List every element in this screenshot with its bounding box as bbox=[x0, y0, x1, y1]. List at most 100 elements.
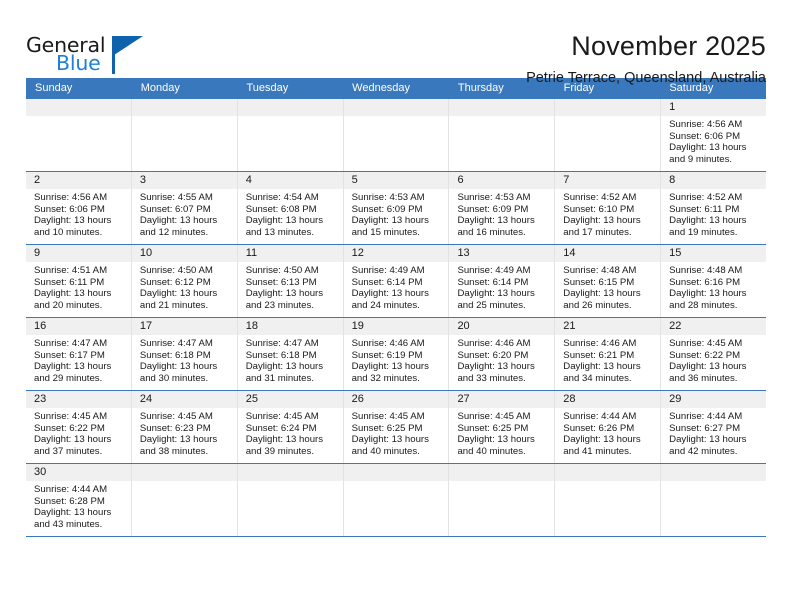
calendar-empty-cell bbox=[449, 99, 556, 171]
daylight-text-line2: and 30 minutes. bbox=[139, 372, 209, 384]
day-number: 14 bbox=[555, 245, 661, 262]
calendar-day-cell[interactable]: 10 Sunrise: 4:50 AM Sunset: 6:12 PM Dayligh… bbox=[131, 245, 238, 317]
day-number bbox=[661, 464, 767, 481]
weekday-header-monday: Monday bbox=[140, 82, 180, 94]
day-details: Sunrise: 4:52 AM Sunset: 6:10 PM Daylight:… bbox=[555, 189, 660, 242]
day-details: Sunrise: 4:45 AM Sunset: 6:24 PM Daylight:… bbox=[238, 408, 343, 461]
daylight-text-line2: and 37 minutes. bbox=[34, 445, 103, 457]
daylight-text-line1: Daylight: 13 hours bbox=[669, 142, 747, 154]
daylight-text-line1: Daylight: 13 hours bbox=[351, 215, 429, 227]
daylight-text-line1: Daylight: 13 hours bbox=[351, 361, 429, 373]
daylight-text-line2: and 36 minutes. bbox=[669, 372, 738, 384]
daylight-text-line1: Daylight: 13 hours bbox=[245, 434, 324, 446]
calendar-day-cell[interactable]: 27 Sunrise: 4:45 AM Sunset: 6:25 PM Dayligh… bbox=[449, 391, 556, 463]
sunrise-text: Sunrise: 4:51 AM bbox=[34, 265, 108, 276]
daylight-text-line1: Daylight: 13 hours bbox=[457, 288, 535, 300]
daylight-text-line2: and 23 minutes. bbox=[245, 299, 314, 311]
calendar-day-cell[interactable]: 16 Sunrise: 4:47 AM Sunset: 6:17 PM Dayligh… bbox=[26, 318, 132, 390]
daylight-text-line1: Daylight: 13 hours bbox=[563, 288, 641, 300]
day-details: Sunrise: 4:53 AM Sunset: 6:09 PM Daylight:… bbox=[449, 189, 554, 242]
calendar-day-cell[interactable]: 26 Sunrise: 4:45 AM Sunset: 6:25 PM Dayligh… bbox=[343, 391, 450, 463]
calendar-day-cell[interactable]: 17 Sunrise: 4:47 AM Sunset: 6:18 PM Dayligh… bbox=[131, 318, 238, 390]
calendar-day-cell[interactable]: 24 Sunrise: 4:45 AM Sunset: 6:23 PM Dayligh… bbox=[131, 391, 238, 463]
day-details: Sunrise: 4:47 AM Sunset: 6:17 PM Daylight:… bbox=[26, 335, 131, 388]
day-number bbox=[237, 464, 343, 481]
calendar-day-cell[interactable]: 9 Sunrise: 4:51 AM Sunset: 6:11 PM Daylight… bbox=[26, 245, 132, 317]
calendar-week-row: 9 Sunrise: 4:51 AM Sunset: 6:11 PM Daylight… bbox=[26, 245, 767, 318]
sunrise-text: Sunrise: 4:48 AM bbox=[669, 265, 743, 276]
daylight-text-line1: Daylight: 13 hours bbox=[245, 361, 324, 373]
daylight-text-line1: Daylight: 13 hours bbox=[34, 434, 112, 446]
day-details: Sunrise: 4:46 AM Sunset: 6:20 PM Daylight:… bbox=[449, 335, 554, 388]
day-number: 28 bbox=[555, 391, 661, 408]
sunrise-text: Sunrise: 4:53 AM bbox=[457, 192, 531, 203]
daylight-text-line1: Daylight: 13 hours bbox=[34, 507, 112, 519]
day-number: 13 bbox=[449, 245, 555, 262]
calendar-week-row: 2 Sunrise: 4:56 AM Sunset: 6:06 PM Daylight… bbox=[26, 172, 767, 245]
daylight-text-line2: and 10 minutes. bbox=[34, 226, 103, 238]
day-details: Sunrise: 4:45 AM Sunset: 6:22 PM Daylight:… bbox=[661, 335, 766, 388]
day-number: 2 bbox=[26, 172, 131, 189]
calendar-day-cell[interactable]: 13 Sunrise: 4:49 AM Sunset: 6:14 PM Dayligh… bbox=[449, 245, 556, 317]
calendar-day-cell[interactable]: 19 Sunrise: 4:46 AM Sunset: 6:19 PM Dayligh… bbox=[343, 318, 450, 390]
daylight-text-line2: and 41 minutes. bbox=[563, 445, 632, 457]
calendar-day-cell[interactable]: 5 Sunrise: 4:53 AM Sunset: 6:09 PM Daylight… bbox=[343, 172, 450, 244]
day-number bbox=[26, 99, 131, 116]
day-details: Sunrise: 4:56 AM Sunset: 6:06 PM Daylight:… bbox=[661, 116, 766, 169]
calendar-day-cell[interactable]: 30 Sunrise: 4:44 AM Sunset: 6:28 PM Dayligh… bbox=[26, 464, 132, 536]
day-number: 22 bbox=[661, 318, 767, 335]
calendar-day-cell[interactable]: 1 Sunrise: 4:56 AM Sunset: 6:06 PM Daylight… bbox=[661, 99, 767, 171]
calendar-day-cell[interactable]: 2 Sunrise: 4:56 AM Sunset: 6:06 PM Daylight… bbox=[26, 172, 132, 244]
calendar-day-cell[interactable]: 12 Sunrise: 4:49 AM Sunset: 6:14 PM Dayligh… bbox=[343, 245, 450, 317]
day-number bbox=[449, 464, 555, 481]
calendar-day-cell[interactable]: 21 Sunrise: 4:46 AM Sunset: 6:21 PM Dayligh… bbox=[555, 318, 662, 390]
calendar-empty-cell bbox=[449, 464, 556, 536]
daylight-text-line1: Daylight: 13 hours bbox=[139, 215, 218, 227]
calendar-day-cell[interactable]: 11 Sunrise: 4:50 AM Sunset: 6:13 PM Dayligh… bbox=[237, 245, 344, 317]
day-details: Sunrise: 4:46 AM Sunset: 6:19 PM Daylight:… bbox=[344, 335, 449, 388]
sunset-text: Sunset: 6:21 PM bbox=[563, 349, 635, 361]
daylight-text-line1: Daylight: 13 hours bbox=[34, 361, 112, 373]
daylight-text-line1: Daylight: 13 hours bbox=[457, 215, 535, 227]
sunset-text: Sunset: 6:22 PM bbox=[669, 349, 741, 361]
brand-logo[interactable]: General Blue bbox=[26, 28, 146, 78]
sunrise-text: Sunrise: 4:54 AM bbox=[245, 192, 319, 203]
page-header: General Blue November 2025 Petrie Terrac… bbox=[0, 0, 792, 86]
calendar-day-cell[interactable]: 15 Sunrise: 4:48 AM Sunset: 6:16 PM Dayligh… bbox=[661, 245, 767, 317]
calendar-day-cell[interactable]: 6 Sunrise: 4:53 AM Sunset: 6:09 PM Daylight… bbox=[449, 172, 556, 244]
daylight-text-line1: Daylight: 13 hours bbox=[245, 288, 324, 300]
sunset-text: Sunset: 6:22 PM bbox=[34, 422, 105, 434]
daylight-text-line2: and 21 minutes. bbox=[139, 299, 209, 311]
sunset-text: Sunset: 6:11 PM bbox=[34, 276, 105, 288]
daylight-text-line1: Daylight: 13 hours bbox=[34, 288, 112, 300]
sunset-text: Sunset: 6:17 PM bbox=[34, 349, 105, 361]
calendar-day-cell[interactable]: 7 Sunrise: 4:52 AM Sunset: 6:10 PM Daylight… bbox=[555, 172, 662, 244]
day-details: Sunrise: 4:51 AM Sunset: 6:11 PM Daylight:… bbox=[26, 262, 131, 315]
day-number bbox=[555, 99, 661, 116]
sunrise-text: Sunrise: 4:52 AM bbox=[563, 192, 637, 203]
sunset-text: Sunset: 6:16 PM bbox=[669, 276, 741, 288]
day-number: 6 bbox=[449, 172, 555, 189]
calendar-day-cell[interactable]: 8 Sunrise: 4:52 AM Sunset: 6:11 PM Daylight… bbox=[661, 172, 767, 244]
calendar-day-cell[interactable]: 4 Sunrise: 4:54 AM Sunset: 6:08 PM Daylight… bbox=[237, 172, 344, 244]
calendar-day-cell[interactable]: 14 Sunrise: 4:48 AM Sunset: 6:15 PM Dayligh… bbox=[555, 245, 662, 317]
weekday-header-tuesday: Tuesday bbox=[246, 82, 289, 94]
calendar-day-cell[interactable]: 23 Sunrise: 4:45 AM Sunset: 6:22 PM Dayligh… bbox=[26, 391, 132, 463]
weekday-header-thursday: Thursday bbox=[457, 82, 504, 94]
calendar-day-cell[interactable]: 29 Sunrise: 4:44 AM Sunset: 6:27 PM Dayligh… bbox=[661, 391, 767, 463]
sunset-text: Sunset: 6:13 PM bbox=[245, 276, 317, 288]
sunrise-text: Sunrise: 4:45 AM bbox=[34, 411, 108, 422]
day-number bbox=[343, 464, 449, 481]
sunrise-text: Sunrise: 4:56 AM bbox=[669, 119, 743, 130]
calendar-day-cell[interactable]: 22 Sunrise: 4:45 AM Sunset: 6:22 PM Dayligh… bbox=[661, 318, 767, 390]
day-details: Sunrise: 4:49 AM Sunset: 6:14 PM Daylight:… bbox=[449, 262, 554, 315]
sunrise-text: Sunrise: 4:44 AM bbox=[34, 484, 108, 495]
calendar-day-cell[interactable]: 25 Sunrise: 4:45 AM Sunset: 6:24 PM Dayligh… bbox=[237, 391, 344, 463]
daylight-text-line1: Daylight: 13 hours bbox=[669, 361, 747, 373]
calendar-empty-cell bbox=[237, 464, 344, 536]
day-number: 25 bbox=[237, 391, 343, 408]
calendar-day-cell[interactable]: 20 Sunrise: 4:46 AM Sunset: 6:20 PM Dayligh… bbox=[449, 318, 556, 390]
calendar-day-cell[interactable]: 18 Sunrise: 4:47 AM Sunset: 6:18 PM Dayligh… bbox=[237, 318, 344, 390]
calendar-day-cell[interactable]: 28 Sunrise: 4:44 AM Sunset: 6:26 PM Dayligh… bbox=[555, 391, 662, 463]
calendar-day-cell[interactable]: 3 Sunrise: 4:55 AM Sunset: 6:07 PM Daylight… bbox=[131, 172, 238, 244]
